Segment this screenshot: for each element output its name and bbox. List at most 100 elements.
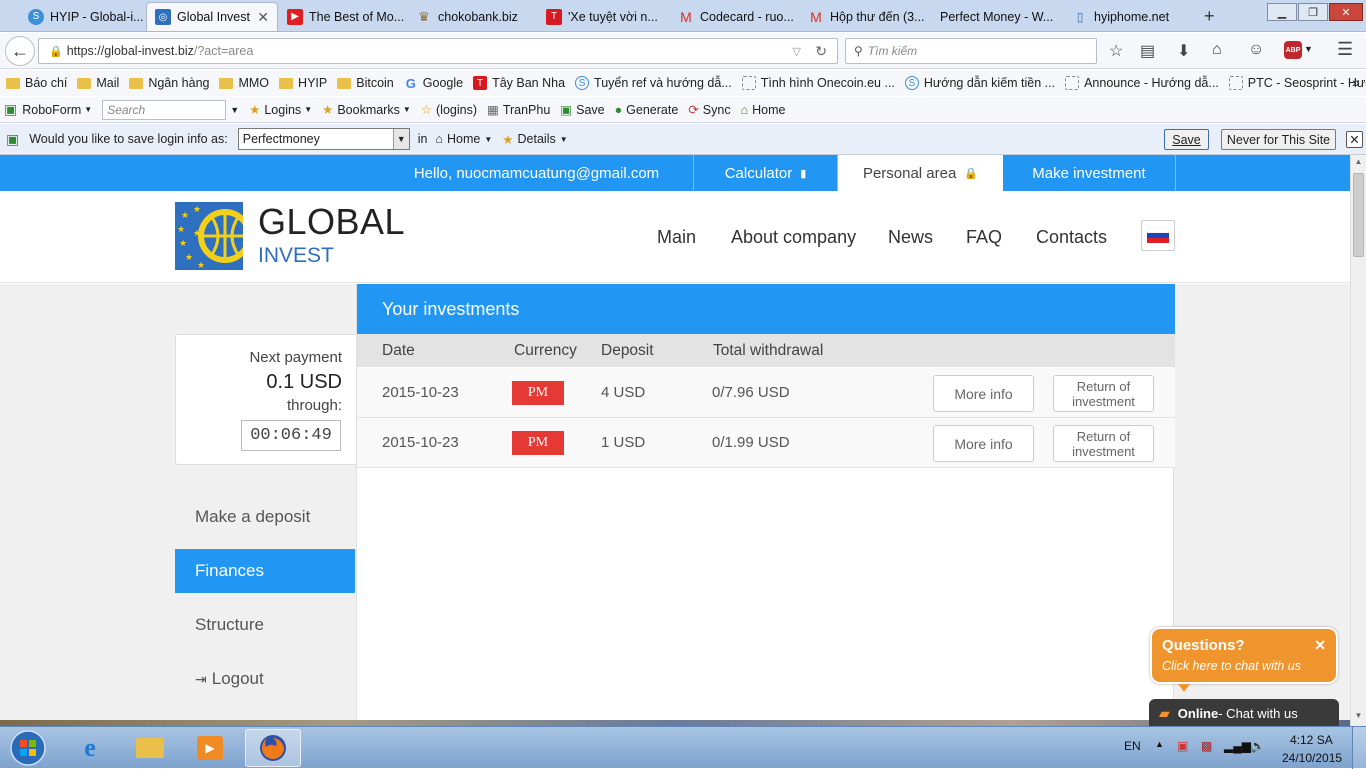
roboform-generate[interactable]: ● Generate	[615, 103, 679, 117]
return-investment-button[interactable]: Return of investment	[1053, 425, 1154, 462]
page-scrollbar[interactable]: ▲ ▼	[1350, 155, 1366, 726]
star-icon[interactable]: ☆	[1109, 41, 1123, 61]
personal-area-link[interactable]: Personal area 🔒	[838, 155, 1003, 191]
start-button[interactable]	[0, 729, 56, 767]
bookmark-announce[interactable]: Announce - Hướng dẫ...	[1065, 76, 1219, 90]
menu-icon[interactable]: ☰	[1337, 39, 1353, 60]
tab-codecard[interactable]: M Codecard - ruo...	[670, 2, 796, 31]
nav-news[interactable]: News	[888, 227, 933, 248]
signal-icon[interactable]: ▂▄▆	[1224, 739, 1251, 753]
file-explorer-icon[interactable]	[122, 729, 178, 767]
user-greeting[interactable]: Hello, nuocmamcuatung@gmail.com	[380, 155, 694, 191]
tab-global-invest[interactable]: ◎ Global Invest ✕	[146, 2, 278, 31]
bookmark-bitcoin[interactable]: Bitcoin	[337, 76, 394, 90]
roboform-sync[interactable]: ⟳ Sync	[688, 102, 730, 118]
url-bar[interactable]: 🔒 https://global-invest.biz/?act=area ▽ …	[38, 38, 838, 64]
through-label: through:	[286, 397, 342, 414]
nav-contacts[interactable]: Contacts	[1036, 227, 1107, 248]
roboform-menu[interactable]: ▣ RoboForm ▼	[4, 101, 92, 118]
chevron-down-icon[interactable]: ▼	[1304, 44, 1313, 54]
clock-time: 4:12 SA	[1290, 733, 1333, 747]
global-invest-logo-mark[interactable]: ★ ★ ★ ★ ★ ★ ★	[175, 202, 243, 270]
antivirus-icon[interactable]: ▩	[1201, 739, 1212, 753]
nav-faq[interactable]: FAQ	[966, 227, 1002, 248]
bookmark-mmo[interactable]: MMO	[219, 76, 269, 90]
close-tab-icon[interactable]: ✕	[251, 9, 269, 26]
bookmark-ptc[interactable]: PTC - Seosprint - Hướ...	[1228, 76, 1366, 90]
scroll-thumb[interactable]	[1353, 173, 1364, 257]
folder-select[interactable]: ⌂ Home ▼	[435, 132, 492, 146]
bookmark-mail[interactable]: Mail	[77, 76, 119, 90]
roboform-logins[interactable]: ★ Logins ▼	[249, 102, 312, 118]
roboform-logins-item[interactable]: ☆ (logins)	[421, 102, 477, 118]
download-icon[interactable]: ⬇	[1177, 41, 1190, 61]
bookmark-hyip[interactable]: HYIP	[279, 76, 327, 90]
show-desktop-button[interactable]	[1352, 727, 1366, 769]
minimize-icon[interactable]: ▁	[1267, 3, 1297, 21]
tab-chokobank[interactable]: ♛ chokobank.biz	[408, 2, 534, 31]
never-for-site-button[interactable]: Never for This Site	[1221, 129, 1336, 150]
investments-panel: Your investments Date Currency Deposit T…	[356, 284, 1175, 726]
close-window-icon[interactable]: ✕	[1329, 3, 1363, 21]
tab-hyip-global[interactable]: S HYIP - Global-i...	[20, 2, 146, 31]
nav-main[interactable]: Main	[657, 227, 696, 248]
roboform-tranphu[interactable]: ▦ TranPhu	[487, 102, 550, 118]
bookmark-onecoin[interactable]: Tình hình Onecoin.eu ...	[741, 76, 895, 90]
tab-xe-tuyet[interactable]: T 'Xe tuyệt vời n...	[538, 2, 666, 31]
close-prompt-icon[interactable]: ✕	[1346, 131, 1363, 148]
login-name-select[interactable]: Perfectmoney ▼	[237, 128, 410, 150]
roboform-bookmarks[interactable]: ★ Bookmarks ▼	[322, 102, 411, 118]
chat-close-icon[interactable]: ✕	[1314, 637, 1326, 654]
bookmark-bao-chi[interactable]: Báo chí	[6, 76, 67, 90]
roboform-home[interactable]: ⌂ Home	[741, 103, 786, 117]
sidebar-item-make-deposit[interactable]: Make a deposit	[175, 495, 355, 539]
sidebar-item-structure[interactable]: Structure	[175, 603, 355, 647]
bookmarks-overflow-icon[interactable]: »	[1352, 74, 1360, 90]
new-tab-button[interactable]: +	[1196, 2, 1226, 31]
bookmark-tay-ban-nha[interactable]: T Tây Ban Nha	[473, 76, 565, 90]
tray-expand-icon[interactable]: ▲	[1155, 739, 1164, 749]
network-warning-icon[interactable]: ▣	[1177, 739, 1188, 753]
bookmark-huong-dan[interactable]: S Hướng dẫn kiếm tiền ...	[904, 76, 1055, 90]
bookmark-ngan-hang[interactable]: Ngân hàng	[129, 76, 209, 90]
bookmark-tuyen-ref[interactable]: S Tuyển ref và hướng dẫ...	[575, 76, 732, 90]
calculator-link[interactable]: Calculator ▮	[694, 155, 838, 191]
tab-hyiphome[interactable]: ▯ hyiphome.net	[1064, 2, 1190, 31]
bookmark-google[interactable]: G Google	[404, 76, 463, 91]
save-login-button[interactable]: Save	[1164, 129, 1209, 150]
volume-icon[interactable]: 🔊	[1250, 739, 1265, 753]
roboform-search-input[interactable]: Search	[102, 99, 227, 120]
more-info-button[interactable]: More info	[933, 375, 1034, 412]
scroll-up-icon[interactable]: ▲	[1353, 157, 1364, 169]
sidebar-item-finances[interactable]: Finances	[175, 549, 355, 593]
roboform-save[interactable]: ▣ Save	[560, 102, 604, 118]
return-investment-button[interactable]: Return of investment	[1053, 375, 1154, 412]
home-icon[interactable]: ⌂	[1212, 41, 1222, 59]
sidebar-item-logout[interactable]: ⇥ Logout	[175, 657, 355, 701]
tab-youtube[interactable]: ▶ The Best of Mo...	[279, 2, 406, 31]
chat-questions-bubble[interactable]: Questions? Click here to chat with us ✕	[1150, 627, 1338, 692]
scroll-down-icon[interactable]: ▼	[1353, 711, 1364, 723]
tab-hop-thu[interactable]: M Hộp thư đến (3...	[800, 2, 928, 31]
dropdown-arrow-icon[interactable]: ▽	[793, 45, 801, 58]
reload-icon[interactable]: ↻	[815, 43, 827, 60]
russian-flag-icon[interactable]	[1141, 220, 1175, 251]
back-arrow-icon[interactable]: ←	[5, 36, 35, 66]
media-player-icon[interactable]: ▶	[182, 729, 238, 767]
details-menu[interactable]: ★ Details ▼	[502, 132, 567, 147]
chevron-down-icon[interactable]: ▼	[230, 105, 239, 115]
make-investment-link[interactable]: Make investment	[1003, 155, 1176, 191]
internet-explorer-icon[interactable]: e	[62, 729, 118, 767]
adblock-icon[interactable]: ABP	[1284, 41, 1302, 59]
svg-text:★: ★	[197, 261, 205, 270]
reading-list-icon[interactable]: ▤	[1140, 41, 1155, 61]
chat-online-bar[interactable]: ▰ Online - Chat with us	[1149, 699, 1339, 728]
nav-about-company[interactable]: About company	[731, 227, 856, 248]
search-input[interactable]: ⚲ Tìm kiếm	[845, 38, 1097, 64]
firefox-icon[interactable]	[245, 729, 301, 767]
tab-perfect-money[interactable]: Perfect Money - W...	[932, 2, 1060, 31]
more-info-button[interactable]: More info	[933, 425, 1034, 462]
restore-icon[interactable]: ❐	[1298, 3, 1328, 21]
chat-icon[interactable]: ☺	[1248, 41, 1264, 59]
language-indicator[interactable]: EN	[1124, 739, 1141, 753]
